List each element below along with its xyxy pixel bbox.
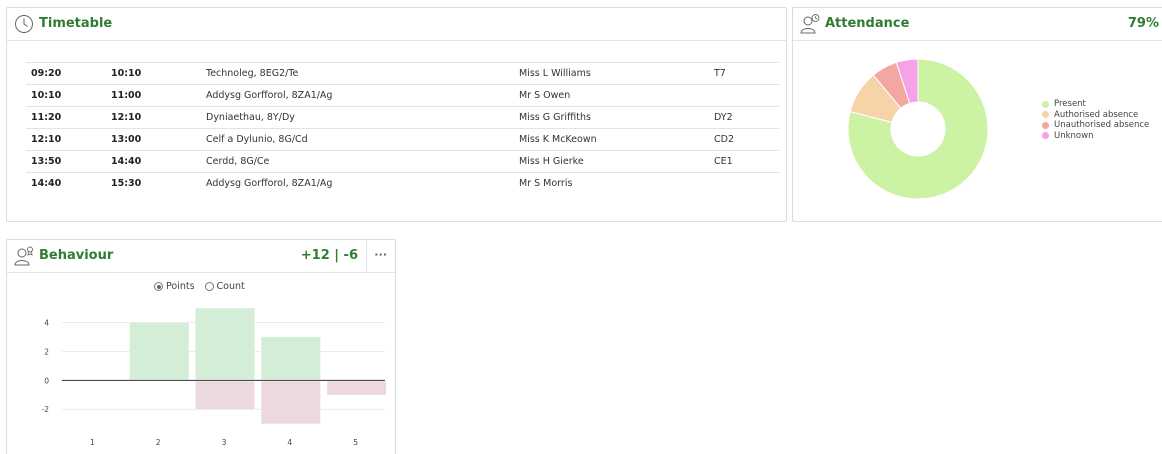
room-name: CD2 xyxy=(709,128,779,151)
lesson-end-time: 10:10 xyxy=(106,62,201,85)
negative-points-bar[interactable] xyxy=(195,381,255,410)
legend-item: Present xyxy=(1042,99,1149,110)
teacher-name: Miss K McKeown xyxy=(514,128,709,151)
attendance-donut-chart xyxy=(847,58,989,200)
room-name: DY2 xyxy=(709,106,779,129)
timetable-row: 09:20 10:10 Technoleg, 8EG2/Te Miss L Willi… xyxy=(26,62,779,85)
lesson-name: Addysg Gorfforol, 8ZA1/Ag xyxy=(201,84,514,107)
lesson-name: Cerdd, 8G/Ce xyxy=(201,150,514,173)
timetable-row: 11:20 12:10 Dyniaethau, 8Y/Dy Miss G Griffi… xyxy=(26,106,779,129)
legend-label: Unauthorised absence xyxy=(1054,120,1150,130)
behaviour-bar-chart: -2 0 2 4 1 2 3 4 5 xyxy=(42,308,387,447)
points-label: Points xyxy=(166,281,195,292)
teacher-name: Mr S Morris xyxy=(519,178,573,190)
positive-points-bar[interactable] xyxy=(129,322,189,380)
teacher-name: Miss H Gierke xyxy=(514,150,709,173)
teacher-name: Miss G Griffiths xyxy=(514,106,709,129)
behaviour-score: +12 | -6 xyxy=(300,248,358,263)
attendance-percent: 79% xyxy=(1127,16,1159,31)
y-tick-label: 2 xyxy=(44,348,49,357)
teacher-name: Mr S Owen xyxy=(514,84,709,107)
timetable-row: 12:10 13:00 Celf a Dylunio, 8G/Cd Miss K Mc… xyxy=(26,128,779,151)
timetable-table: 09:20 10:10 Technoleg, 8EG2/Te Miss L Willi… xyxy=(26,62,779,195)
lesson-end-time: 14:40 xyxy=(106,150,201,173)
points-radio-icon xyxy=(154,282,163,291)
negative-points-bar[interactable] xyxy=(327,381,387,395)
clock-icon xyxy=(15,15,33,33)
legend-swatch xyxy=(1042,121,1049,129)
room-name: CE1 xyxy=(709,150,779,173)
behaviour-title: Behaviour xyxy=(39,248,114,263)
legend-label: Unknown xyxy=(1054,130,1094,141)
lesson-name: Addysg Gorfforol, 8ZA1/Ag xyxy=(206,178,333,190)
count-radio-icon xyxy=(204,282,214,291)
timetable-panel: Timetable 09:20 10:10 Technoleg, 8EG2/Te Mi… xyxy=(6,7,787,222)
attendance-legend: Present Authorised absence Unauthorised ab… xyxy=(1042,99,1149,141)
timetable-row: 10:10 11:00 Addysg Gorfforol, 8ZA1/Ag Mr S … xyxy=(26,84,779,107)
lesson-end-time: 15:30 xyxy=(111,178,142,190)
legend-swatch xyxy=(1042,100,1049,108)
lesson-start-time: 11:20 xyxy=(26,106,106,129)
lesson-end-time: 11:00 xyxy=(106,84,201,107)
count-radio[interactable]: Count xyxy=(204,281,245,292)
user-clock-icon xyxy=(800,14,820,34)
x-tick-label: 2 xyxy=(156,438,161,447)
user-award-icon xyxy=(14,246,33,266)
x-tick-label: 3 xyxy=(222,438,227,447)
teacher-name: Miss L Williams xyxy=(514,62,709,85)
x-tick-label: 5 xyxy=(353,438,358,447)
lesson-end-time: 13:00 xyxy=(106,128,201,151)
legend-swatch xyxy=(1042,132,1049,140)
legend-label: Authorised absence xyxy=(1054,109,1139,120)
lesson-start-time: 09:20 xyxy=(26,62,106,85)
lesson-name: Technoleg, 8EG2/Te xyxy=(201,62,514,85)
legend-swatch xyxy=(1042,111,1049,119)
lesson-start-time: 14:40 xyxy=(31,178,62,190)
positive-points-bar[interactable] xyxy=(261,337,321,380)
lesson-start-time: 12:10 xyxy=(26,128,106,151)
y-tick-label: 0 xyxy=(44,376,49,385)
timetable-row: 13:50 14:40 Cerdd, 8G/Ce Miss H Gierke CE1 xyxy=(26,150,779,173)
legend-item: Unauthorised absence xyxy=(1042,120,1149,131)
attendance-panel: Attendance 79% Present Authorised absence… xyxy=(792,7,1162,222)
count-label: Count xyxy=(216,281,245,292)
timetable-header: Timetable xyxy=(7,8,786,41)
x-tick-label: 1 xyxy=(90,438,95,447)
lesson-end-time: 12:10 xyxy=(106,106,201,129)
lesson-name: Celf a Dylunio, 8G/Cd xyxy=(201,128,514,151)
timetable-title: Timetable xyxy=(39,16,113,31)
legend-item: Authorised absence xyxy=(1042,110,1149,121)
room-name xyxy=(709,173,779,195)
room-name xyxy=(709,84,779,107)
negative-points-bar[interactable] xyxy=(261,381,321,424)
lesson-start-time: 13:50 xyxy=(26,150,106,173)
y-tick-label: 4 xyxy=(44,319,49,328)
legend-label: Present xyxy=(1054,99,1086,109)
timetable-row: 14:40 15:30 Addysg Gorfforol, 8ZA1/Ag Mr S … xyxy=(26,173,779,195)
room-name: T7 xyxy=(709,62,779,85)
more-options-button[interactable]: ··· xyxy=(366,240,395,273)
attendance-title: Attendance xyxy=(825,16,910,31)
chart-mode-toggle: Points Count xyxy=(154,281,255,292)
behaviour-panel: Behaviour +12 | -6 ··· Points Count -2 0 2… xyxy=(6,239,396,454)
lesson-start-time: 10:10 xyxy=(26,84,106,107)
positive-points-bar[interactable] xyxy=(195,308,255,380)
lesson-name: Dyniaethau, 8Y/Dy xyxy=(201,106,514,129)
legend-item: Unknown xyxy=(1042,131,1149,142)
attendance-header: Attendance 79% xyxy=(793,8,1162,41)
x-tick-label: 4 xyxy=(287,438,292,447)
y-tick-label: -2 xyxy=(42,405,50,414)
behaviour-header: Behaviour +12 | -6 ··· xyxy=(7,240,395,273)
points-radio[interactable]: Points xyxy=(154,281,195,292)
